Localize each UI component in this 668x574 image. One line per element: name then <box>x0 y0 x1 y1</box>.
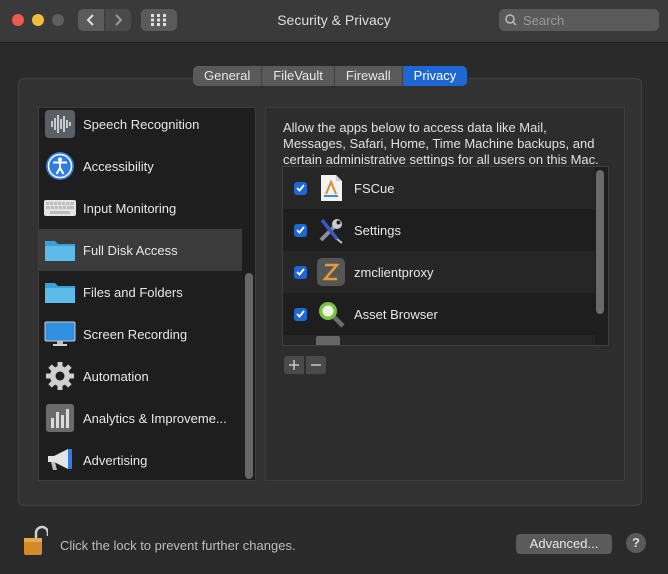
megaphone-icon <box>44 444 76 476</box>
search-field[interactable] <box>499 9 659 31</box>
sidebar-item-label: Speech Recognition <box>83 116 200 132</box>
plus-icon <box>289 360 299 370</box>
app-list-scrollbar[interactable] <box>596 170 604 314</box>
sidebar-item-label: Files and Folders <box>83 284 183 300</box>
app-row-partial[interactable] <box>283 335 595 345</box>
app-name: zmclientproxy <box>354 264 434 280</box>
app-row-settings[interactable]: Settings <box>283 209 595 251</box>
search-icon <box>505 14 517 26</box>
title-bar: Security & Privacy <box>0 0 668 43</box>
fscue-app-icon <box>316 173 346 203</box>
folder-icon <box>44 234 76 266</box>
settings-checkbox[interactable] <box>294 223 307 237</box>
gear-icon <box>44 360 76 392</box>
sidebar-item-label: Advertising <box>83 452 148 468</box>
fscue-checkbox[interactable] <box>294 181 307 195</box>
tab-general[interactable]: General <box>193 66 263 86</box>
sidebar-item-automation[interactable]: Automation <box>39 355 242 397</box>
add-app-button[interactable] <box>284 356 304 374</box>
help-button[interactable]: ? <box>626 533 646 553</box>
lock-message: Click the lock to prevent further change… <box>60 538 296 553</box>
checkmark-icon <box>296 226 305 234</box>
sidebar-scrollbar[interactable] <box>245 273 253 479</box>
app-row-fscue[interactable]: FSCue <box>283 167 595 209</box>
search-input[interactable] <box>521 11 655 29</box>
app-row-asset-browser[interactable]: Asset Browser <box>283 293 595 335</box>
waveform-icon <box>44 108 76 140</box>
sidebar-item-analytics[interactable]: Analytics & Improveme... <box>39 397 242 439</box>
checkmark-icon <box>296 268 305 276</box>
tab-firewall[interactable]: Firewall <box>335 66 403 86</box>
privacy-category-list[interactable]: Speech Recognition Accessibility Input M… <box>38 107 256 481</box>
sidebar-item-screen-recording[interactable]: Screen Recording <box>39 313 242 355</box>
privacy-description: Allow the apps below to access data like… <box>283 120 599 166</box>
bar-chart-icon <box>44 402 76 434</box>
app-list[interactable]: FSCue Settings zmclientproxy Asset Brows… <box>282 166 609 346</box>
tab-privacy[interactable]: Privacy <box>402 66 468 86</box>
lock-icon[interactable] <box>22 525 50 557</box>
zmclientproxy-checkbox[interactable] <box>294 265 307 279</box>
zm-app-icon <box>316 257 346 287</box>
wrench-screwdriver-icon <box>316 215 346 245</box>
app-row-zmclientproxy[interactable]: zmclientproxy <box>283 251 595 293</box>
app-name: Settings <box>354 222 401 238</box>
sidebar-item-label: Screen Recording <box>83 326 188 342</box>
checkmark-icon <box>296 184 305 192</box>
tab-bar: General FileVault Firewall Privacy <box>193 66 468 86</box>
sidebar-item-input-monitoring[interactable]: Input Monitoring <box>39 187 242 229</box>
advanced-button[interactable]: Advanced... <box>516 534 612 554</box>
app-name: Asset Browser <box>354 306 438 322</box>
tab-filevault[interactable]: FileVault <box>262 66 335 86</box>
sidebar-item-speech-recognition[interactable]: Speech Recognition <box>39 108 242 145</box>
sidebar-item-label: Full Disk Access <box>83 242 178 258</box>
checkmark-icon <box>296 310 305 318</box>
minus-icon <box>311 364 321 366</box>
magnifier-icon <box>316 299 346 329</box>
app-icon-partial <box>316 336 340 345</box>
sidebar-item-full-disk-access[interactable]: Full Disk Access <box>39 229 242 271</box>
display-icon <box>44 318 76 350</box>
sidebar-item-label: Input Monitoring <box>83 200 177 216</box>
accessibility-icon <box>44 150 76 182</box>
remove-app-button[interactable] <box>306 356 326 374</box>
app-name: FSCue <box>354 180 395 196</box>
folder-icon <box>44 276 76 308</box>
sidebar-item-label: Accessibility <box>83 158 154 174</box>
sidebar-item-label: Analytics & Improveme... <box>83 410 227 426</box>
keyboard-icon <box>44 192 76 224</box>
sidebar-item-files-and-folders[interactable]: Files and Folders <box>39 271 242 313</box>
sidebar-item-advertising[interactable]: Advertising <box>39 439 242 480</box>
asset-browser-checkbox[interactable] <box>294 307 307 321</box>
sidebar-item-accessibility[interactable]: Accessibility <box>39 145 242 187</box>
sidebar-item-label: Automation <box>83 368 149 384</box>
